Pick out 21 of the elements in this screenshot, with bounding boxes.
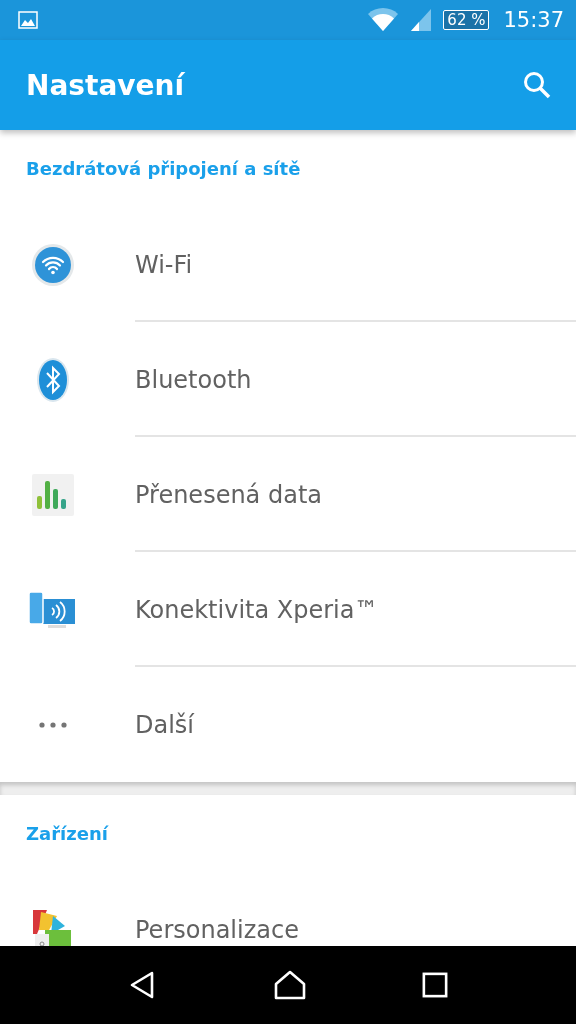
settings-item[interactable]: Konektivita Xperia™ <box>0 552 576 667</box>
phone-and-monitor-icon <box>27 589 78 630</box>
screen-title: Nastavení <box>26 68 185 102</box>
recent-apps-button[interactable] <box>422 972 449 998</box>
bar-graph-icon <box>30 472 75 517</box>
wifi-signal-icon <box>367 7 400 33</box>
settings-item[interactable]: Další <box>0 667 576 782</box>
gallery-icon <box>18 10 38 30</box>
bluetooth-icon <box>35 356 70 403</box>
settings-item[interactable]: Bluetooth <box>0 322 576 437</box>
wifi-icon <box>30 242 75 287</box>
section-header: Bezdrátová připojení a sítě <box>26 158 301 179</box>
battery-indicator: 62 % <box>443 10 490 30</box>
more-icon <box>37 720 68 729</box>
cell-signal-icon <box>409 7 434 33</box>
section-header: Zařízení <box>26 823 108 844</box>
clock: 15:37 <box>503 8 564 32</box>
search-icon[interactable] <box>522 70 552 100</box>
home-button[interactable] <box>273 970 307 1000</box>
settings-item[interactable]: Přenesená data <box>0 437 576 552</box>
settings-item[interactable]: Wi-Fi <box>0 207 576 322</box>
